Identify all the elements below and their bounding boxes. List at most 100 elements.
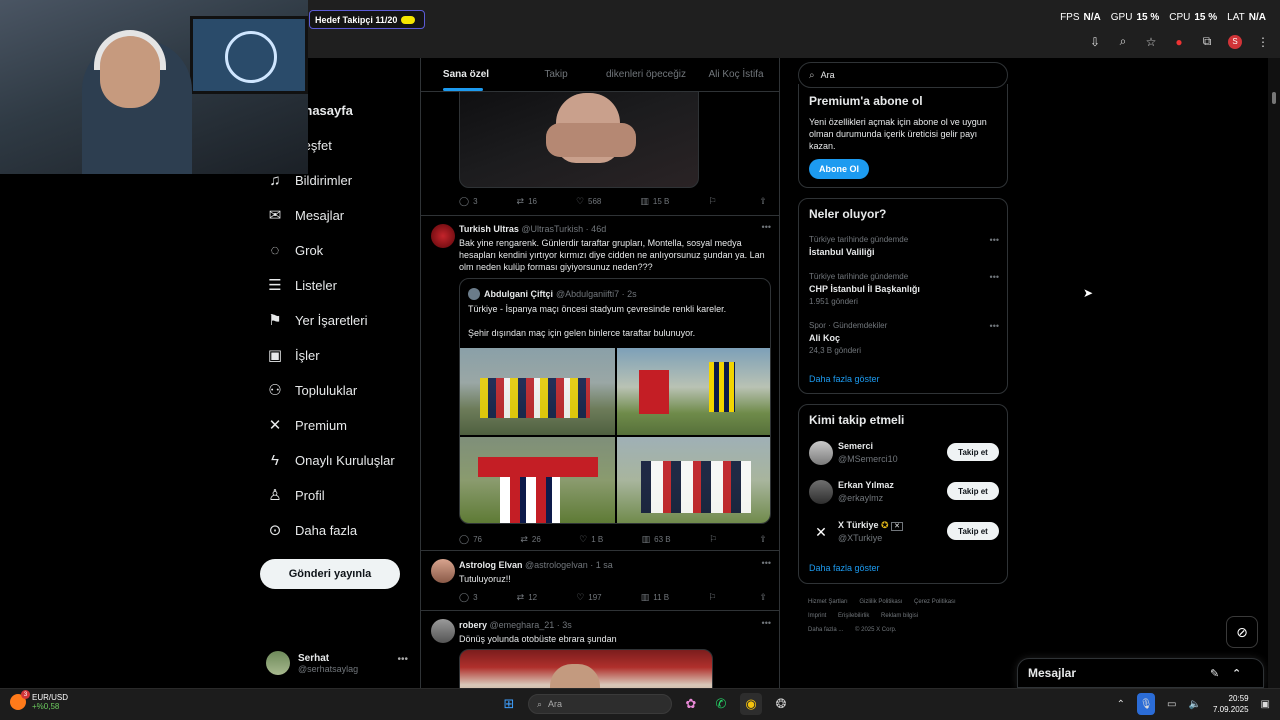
clock[interactable]: 20:59 7.09.2025 — [1213, 693, 1249, 715]
bookmark-button[interactable]: ⚐ — [709, 534, 721, 545]
page-scrollbar[interactable] — [1268, 58, 1280, 688]
author-name[interactable]: Astrolog Elvan — [459, 560, 523, 570]
star-icon[interactable]: ☆ — [1144, 35, 1158, 49]
footer-link[interactable]: Çerez Politikası — [914, 599, 956, 605]
avatar[interactable] — [431, 559, 455, 583]
tweet-previous[interactable]: ◯ 3 ⇄ 16 ♡ 568 ▥ 15 B ⚐ ⇪ — [421, 82, 779, 216]
follow-suggestion[interactable]: Semerci @MSemerci10 Takip et — [809, 439, 999, 469]
trend-item[interactable]: Türkiye tarihinde gündemde İstanbul Vali… — [809, 235, 999, 257]
bookmark-button[interactable]: ⚐ — [708, 592, 720, 603]
trend-item[interactable]: Türkiye tarihinde gündemde CHP İstanbul … — [809, 272, 999, 306]
stock-widget[interactable]: 3 EUR/USD +%0,58 — [10, 690, 68, 711]
extension-red-icon[interactable]: ● — [1172, 35, 1186, 49]
tweet-turkish-ultras[interactable]: Turkish Ultras @UltrasTurkish · 46d ••• … — [421, 216, 779, 551]
follow-button[interactable]: Takip et — [947, 522, 999, 540]
account-switcher[interactable]: Serhat @serhatsaylag ••• — [266, 648, 416, 678]
speaker-icon[interactable]: 🔈 — [1189, 699, 1201, 710]
nav-item-bookmarks[interactable]: ⚑ Yer İşaretleri — [266, 310, 367, 330]
nav-item-grok[interactable]: ◌ Grok — [266, 240, 324, 260]
tab-for-you[interactable]: Sana özel — [421, 58, 511, 91]
footer-link[interactable]: Erişilebilirlik — [838, 613, 869, 619]
install-icon[interactable]: ⇩ — [1088, 35, 1102, 49]
nav-item-messages[interactable]: ✉ Mesajlar — [266, 205, 344, 225]
author-handle[interactable]: @astrologelvan · 1 sa — [525, 560, 613, 570]
trends-show-more-link[interactable]: Daha fazla göster — [809, 374, 880, 384]
more-dots-icon[interactable]: ••• — [990, 235, 999, 245]
nav-item-profile[interactable]: ♙ Profil — [266, 485, 324, 505]
more-dots-icon[interactable]: ••• — [762, 618, 771, 628]
subscribe-button[interactable]: Abone Ol — [809, 159, 869, 179]
repost-button[interactable]: ⇄ 16 — [517, 196, 537, 207]
share-button[interactable]: ⇪ — [759, 196, 771, 207]
footer-link[interactable]: Imprint — [808, 613, 826, 619]
microphone-icon[interactable]: 🎙 — [1137, 693, 1156, 715]
trend-item[interactable]: Spor · Gündemdekiler Ali Koç 24,3 B gönd… — [809, 321, 999, 355]
like-button[interactable]: ♡ 197 — [576, 592, 601, 603]
new-message-icon[interactable]: ✎ — [1210, 667, 1219, 680]
share-button[interactable]: ⇪ — [759, 592, 771, 603]
photo-4[interactable] — [617, 437, 770, 523]
chevron-up-icon[interactable]: ⌃ — [1117, 699, 1125, 710]
follow-button[interactable]: Takip et — [947, 482, 999, 500]
views-button[interactable]: ▥ 63 B — [642, 534, 671, 545]
photo-2[interactable] — [617, 348, 770, 435]
nav-item-more[interactable]: ⊙ Daha fazla — [266, 520, 357, 540]
notification-icon[interactable]: ▣ — [1261, 699, 1270, 710]
messages-drawer[interactable]: Mesajlar ✎ ⌃ — [1017, 658, 1264, 688]
footer-link[interactable]: Hizmet Şartları — [808, 599, 848, 605]
tab-list-2[interactable]: Ali Koç İstifa — [691, 58, 779, 91]
nav-item-communities[interactable]: ⚇ Topluluklar — [266, 380, 357, 400]
chevron-up-icon[interactable]: ⌃ — [1232, 667, 1241, 680]
windows-start-icon[interactable]: ⊞ — [498, 693, 520, 715]
reply-button[interactable]: ◯ 3 — [459, 196, 478, 207]
display-icon[interactable]: ▭ — [1167, 699, 1176, 710]
author-handle[interactable]: @emeghara_21 · 3s — [490, 620, 572, 630]
author-handle[interactable]: @UltrasTurkish · 46d — [521, 224, 606, 234]
footer-link[interactable]: Gizlilik Politikası — [859, 599, 902, 605]
more-dots-icon[interactable]: ••• — [397, 654, 408, 665]
post-button[interactable]: Gönderi yayınla — [260, 559, 400, 589]
tweet-media[interactable] — [459, 649, 713, 688]
tweet-media[interactable] — [459, 82, 699, 188]
who-to-follow-show-more-link[interactable]: Daha fazla göster — [809, 563, 880, 573]
app-icon[interactable]: ❂ — [770, 693, 792, 715]
chrome-icon[interactable]: ◉ — [740, 693, 762, 715]
nav-item-jobs[interactable]: ▣ İşler — [266, 345, 320, 365]
taskbar-search[interactable]: ⌕ Ara — [528, 694, 672, 714]
footer-link[interactable]: Reklam bilgisi — [881, 613, 918, 619]
share-button[interactable]: ⇪ — [759, 534, 771, 545]
bookmark-button[interactable]: ⚐ — [708, 196, 720, 207]
repost-button[interactable]: ⇄ 12 — [517, 592, 537, 603]
more-dots-icon[interactable]: ••• — [990, 321, 999, 331]
zoom-icon[interactable]: ⌕ — [1116, 34, 1130, 49]
footer-link[interactable]: Daha fazla ... — [808, 627, 843, 633]
copilot-icon[interactable]: ✿ — [680, 693, 702, 715]
menu-icon[interactable]: ⋮ — [1256, 35, 1270, 49]
nav-item-premium[interactable]: ✕ Premium — [266, 415, 347, 435]
more-dots-icon[interactable]: ••• — [762, 558, 771, 568]
reply-button[interactable]: ◯ 76 — [459, 534, 482, 545]
like-button[interactable]: ♡ 1 B — [579, 534, 603, 545]
grok-floating-button[interactable]: ⊘ — [1226, 616, 1258, 648]
follow-suggestion[interactable]: ✕ X Türkiye ✪ ✕ @XTurkiye Takip et — [809, 518, 999, 548]
whatsapp-icon[interactable]: ✆ — [710, 693, 732, 715]
tab-following[interactable]: Takip — [511, 58, 601, 91]
tab-list-1[interactable]: dikenleri öpeceğiz — [601, 58, 691, 91]
profile-icon[interactable]: S — [1228, 34, 1242, 49]
avatar[interactable] — [431, 224, 455, 248]
repost-button[interactable]: ⇄ 26 — [520, 534, 540, 545]
like-button[interactable]: ♡ 568 — [576, 196, 601, 207]
reply-button[interactable]: ◯ 3 — [459, 592, 478, 603]
more-dots-icon[interactable]: ••• — [762, 222, 771, 232]
puzzle-icon[interactable]: ⧉ — [1200, 34, 1214, 49]
nav-item-verified-orgs[interactable]: ϟ Onaylı Kuruluşlar — [266, 450, 395, 470]
avatar[interactable] — [431, 619, 455, 643]
tweet-astrolog-elvan[interactable]: Astrolog Elvan @astrologelvan · 1 sa •••… — [421, 551, 779, 611]
follow-button[interactable]: Takip et — [947, 443, 999, 461]
author-name[interactable]: robery — [459, 620, 487, 630]
more-dots-icon[interactable]: ••• — [990, 272, 999, 282]
quoted-tweet[interactable]: Abdulgani Çiftçi @Abdulganiifti7 · 2s Tü… — [459, 278, 771, 524]
views-button[interactable]: ▥ 11 B — [641, 592, 669, 603]
views-button[interactable]: ▥ 15 B — [640, 196, 669, 207]
tweet-robery[interactable]: robery @emeghara_21 · 3s ••• Dönüş yolun… — [421, 611, 779, 688]
